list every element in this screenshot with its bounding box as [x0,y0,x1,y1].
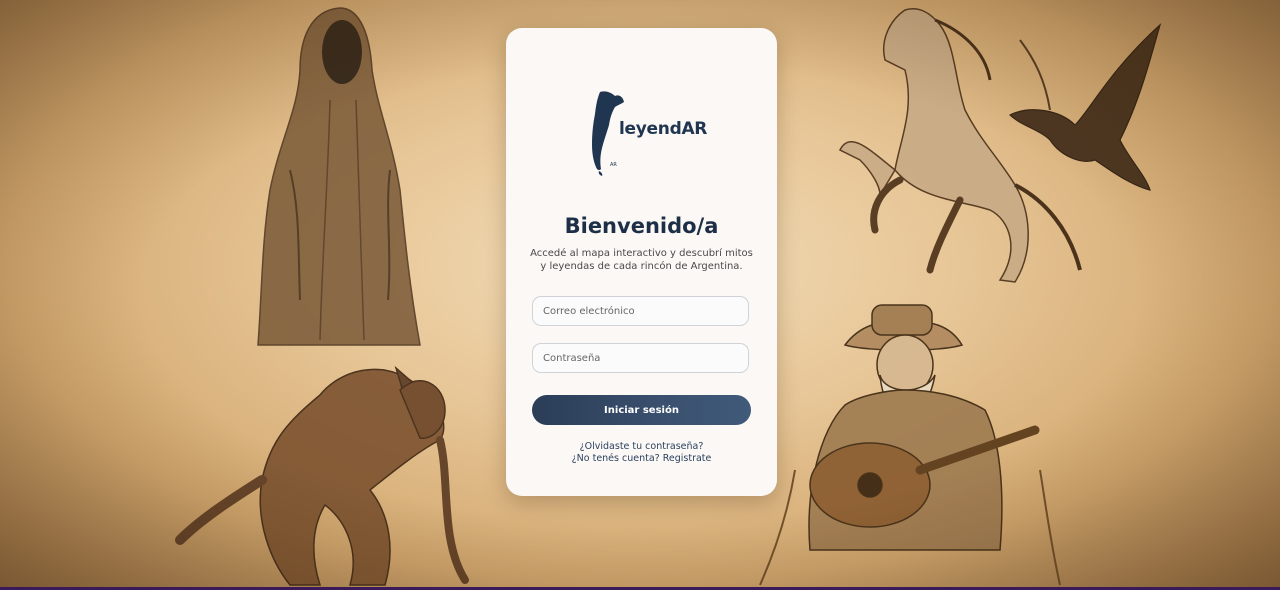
rearing-horse-icon [838,8,1082,283]
login-page: AR leyendAR Bienvenido/a Accedé al mapa … [0,0,1280,590]
page-subtitle: Accedé al mapa interactivo y descubrí mi… [530,248,753,272]
login-button[interactable]: Iniciar sesión [532,395,751,425]
login-card: AR leyendAR Bienvenido/a Accedé al mapa … [506,28,777,496]
werewolf-icon [175,365,469,586]
email-field[interactable] [532,296,749,326]
svg-text:AR: AR [610,162,617,168]
hooded-phantom-icon [257,7,421,346]
gaucho-guitar-player-icon [759,304,1061,586]
crow-icon [1008,23,1162,191]
page-title: Bienvenido/a [564,214,719,238]
brand-name: leyendAR [619,119,708,139]
password-field[interactable] [532,343,749,373]
forgot-password-link[interactable]: ¿Olvidaste tu contraseña? [506,441,777,452]
register-link[interactable]: ¿No tenés cuenta? Registrate [506,453,777,464]
